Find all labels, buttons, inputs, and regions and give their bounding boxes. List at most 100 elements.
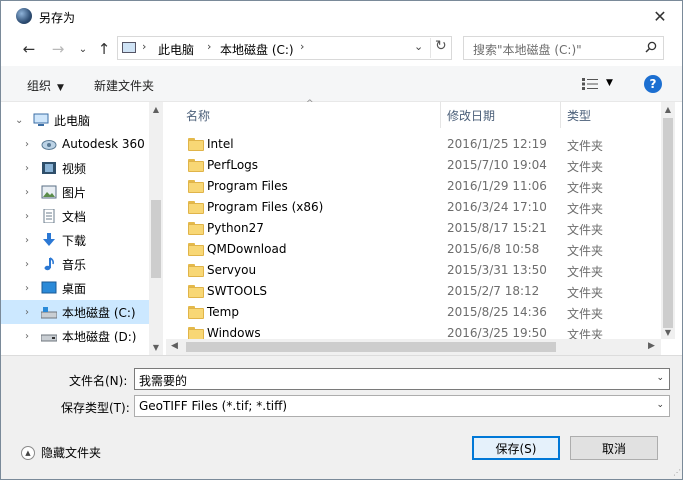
scroll-down-icon[interactable]: ▼: [661, 328, 675, 337]
collapsed-chevron-icon[interactable]: ›: [25, 187, 29, 198]
column-header-name[interactable]: 名称: [186, 102, 210, 128]
file-row[interactable]: Windows 2016/3/25 19:50 文件夹: [166, 323, 660, 339]
tree-item-this-pc[interactable]: ⌄ 此电脑: [1, 108, 149, 132]
breadcrumb-local-disk-c[interactable]: 本地磁盘 (C:): [220, 41, 294, 58]
file-name: SWTOOLS: [207, 284, 268, 298]
scroll-up-icon[interactable]: ▲: [149, 105, 163, 114]
tree-label: 本地磁盘 (D:): [62, 329, 137, 344]
file-date: 2016/3/25 19:50: [447, 326, 547, 339]
scroll-right-icon[interactable]: ▶: [648, 341, 655, 351]
scroll-down-icon[interactable]: ▼: [149, 343, 163, 352]
file-row[interactable]: Program Files 2016/1/29 11:06 文件夹: [166, 176, 660, 197]
help-icon[interactable]: ?: [644, 75, 662, 93]
close-button[interactable]: ✕: [646, 4, 674, 28]
search-input[interactable]: 搜索"本地磁盘 (C:)": [463, 36, 664, 60]
tree-item-pictures[interactable]: › 图片: [1, 180, 149, 204]
file-list-vertical-scrollbar[interactable]: ▲ ▼: [661, 102, 675, 339]
collapsed-chevron-icon[interactable]: ›: [25, 211, 29, 222]
collapsed-chevron-icon[interactable]: ›: [25, 235, 29, 246]
tree-item-music[interactable]: › 音乐: [1, 252, 149, 276]
tree-item-downloads[interactable]: › 下载: [1, 228, 149, 252]
tree-item-videos[interactable]: › 视频: [1, 156, 149, 180]
folder-icon: [188, 138, 204, 151]
expanded-chevron-icon[interactable]: ⌄: [15, 115, 23, 126]
hide-folders-label: 隐藏文件夹: [41, 446, 102, 460]
recent-locations-chevron-icon[interactable]: ⌄: [74, 40, 92, 58]
collapsed-chevron-icon[interactable]: ›: [25, 307, 29, 318]
column-header-type[interactable]: 类型: [567, 102, 591, 128]
file-row[interactable]: Program Files (x86) 2016/3/24 17:10 文件夹: [166, 197, 660, 218]
address-dropdown-icon[interactable]: ⌄: [414, 40, 423, 53]
scroll-up-icon[interactable]: ▲: [661, 105, 675, 114]
collapsed-chevron-icon[interactable]: ›: [25, 259, 29, 270]
collapsed-chevron-icon[interactable]: ›: [25, 139, 29, 150]
file-type: 文件夹: [567, 286, 604, 300]
file-list: 名称 ^ 修改日期 类型 Intel 2016/1/25 12:19 文件夹 P…: [166, 99, 682, 355]
chevron-right-icon[interactable]: ›: [207, 40, 211, 53]
tree-item-local-disk-c[interactable]: › 本地磁盘 (C:): [1, 300, 149, 324]
tree-label: Autodesk 360: [62, 137, 145, 151]
up-button[interactable]: ↑: [95, 40, 113, 58]
scrollbar-thumb[interactable]: [151, 200, 161, 278]
collapsed-chevron-icon[interactable]: ›: [25, 331, 29, 342]
file-row[interactable]: PerfLogs 2015/7/10 19:04 文件夹: [166, 155, 660, 176]
breadcrumb-this-pc[interactable]: 此电脑: [158, 41, 194, 58]
video-icon: [42, 162, 56, 174]
navigation-pane: ⌄ 此电脑 › Autodesk 360 › 视频 › 图片 › 文档 › 下载: [1, 102, 164, 355]
file-row[interactable]: Temp 2015/8/25 14:36 文件夹: [166, 302, 660, 323]
hide-folders-button[interactable]: ▲ 隐藏文件夹: [21, 444, 101, 461]
computer-icon: [33, 113, 49, 126]
scroll-left-icon[interactable]: ◀: [171, 341, 178, 351]
chevron-right-icon[interactable]: ›: [142, 40, 146, 53]
download-icon: [43, 233, 55, 246]
file-row[interactable]: Intel 2016/1/25 12:19 文件夹: [166, 134, 660, 155]
file-list-horizontal-scrollbar[interactable]: ◀ ▶: [166, 339, 661, 355]
tree-item-autodesk-360[interactable]: › Autodesk 360: [1, 132, 149, 156]
file-date: 2015/2/7 18:12: [447, 284, 540, 298]
cancel-button[interactable]: 取消: [570, 436, 658, 460]
organize-menu[interactable]: 组织 ▼: [27, 77, 64, 94]
file-row[interactable]: Python27 2015/8/17 15:21 文件夹: [166, 218, 660, 239]
folder-icon: [188, 306, 204, 319]
back-button[interactable]: ←: [20, 40, 38, 58]
refresh-icon[interactable]: ↻: [430, 38, 447, 58]
scrollbar-thumb[interactable]: [663, 118, 673, 328]
filetype-select[interactable]: GeoTIFF Files (*.tif; *.tiff) ⌄: [134, 395, 670, 417]
tree-item-desktop[interactable]: › 桌面: [1, 276, 149, 300]
view-caret-down-icon[interactable]: ▼: [606, 78, 613, 88]
filename-dropdown-icon[interactable]: ⌄: [656, 373, 664, 383]
filename-input[interactable]: 我需要的 ⌄: [134, 368, 670, 390]
scrollbar-thumb[interactable]: [186, 342, 556, 352]
address-bar[interactable]: › 此电脑 › 本地磁盘 (C:) › ⌄ ↻: [117, 36, 452, 60]
save-button[interactable]: 保存(S): [472, 436, 560, 460]
file-name: Program Files (x86): [207, 200, 324, 214]
folder-icon: [188, 180, 204, 193]
desktop-icon: [41, 281, 57, 294]
tree-item-documents[interactable]: › 文档: [1, 204, 149, 228]
chevron-right-icon[interactable]: ›: [300, 40, 304, 53]
filetype-label: 保存类型(T):: [61, 401, 130, 415]
column-divider[interactable]: [440, 102, 441, 128]
filename-value: 我需要的: [139, 374, 188, 388]
column-header-date[interactable]: 修改日期: [447, 102, 495, 128]
file-name: Windows: [207, 326, 261, 339]
file-type: 文件夹: [567, 181, 604, 195]
collapsed-chevron-icon[interactable]: ›: [25, 283, 29, 294]
file-row[interactable]: QMDownload 2015/6/8 10:58 文件夹: [166, 239, 660, 260]
view-options-icon[interactable]: [582, 78, 598, 90]
file-date: 2015/8/25 14:36: [447, 305, 547, 319]
filetype-dropdown-icon[interactable]: ⌄: [656, 400, 664, 410]
file-date: 2016/1/25 12:19: [447, 137, 547, 151]
collapsed-chevron-icon[interactable]: ›: [25, 163, 29, 174]
file-row[interactable]: SWTOOLS 2015/2/7 18:12 文件夹: [166, 281, 660, 302]
resize-grip-icon[interactable]: ⋰: [673, 468, 681, 477]
forward-button[interactable]: →: [49, 40, 67, 58]
new-folder-button[interactable]: 新建文件夹: [94, 77, 154, 94]
file-type: 文件夹: [567, 223, 604, 237]
column-divider[interactable]: [560, 102, 561, 128]
search-icon[interactable]: [645, 41, 657, 53]
navigation-pane-scrollbar[interactable]: ▲ ▼: [149, 102, 163, 355]
tree-label: 视频: [62, 161, 87, 176]
tree-item-local-disk-d[interactable]: › 本地磁盘 (D:): [1, 324, 149, 348]
file-row[interactable]: Servyou 2015/3/31 13:50 文件夹: [166, 260, 660, 281]
